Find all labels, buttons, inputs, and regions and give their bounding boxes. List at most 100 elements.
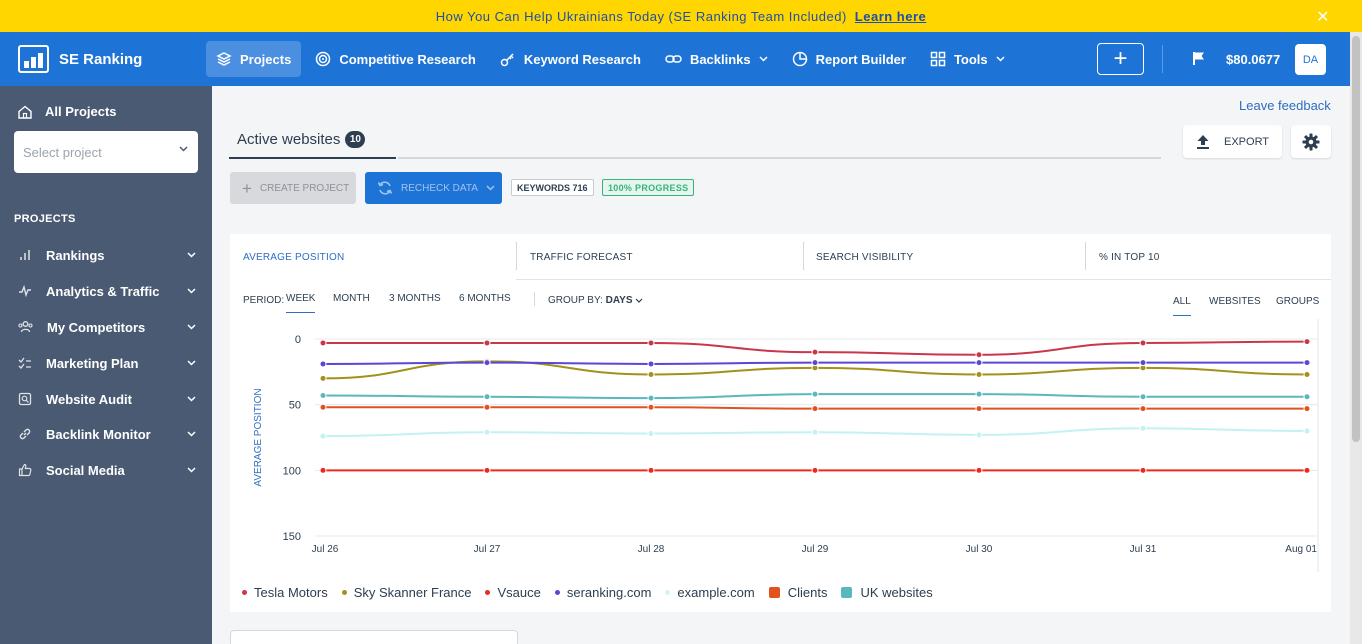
period-month[interactable]: MONTH — [333, 293, 370, 304]
chevron-down-icon — [635, 298, 642, 303]
tab-search-visibility[interactable]: SEARCH VISIBILITY — [816, 234, 913, 280]
recheck-data-button[interactable]: RECHECK DATA — [365, 172, 502, 204]
sidebar-item-rankings[interactable]: Rankings — [18, 245, 202, 265]
group-by-select[interactable]: GROUP BY: DAYS — [548, 295, 643, 306]
nav-report-builder-label: Report Builder — [815, 51, 906, 67]
sidebar-item-label: Website Audit — [46, 391, 132, 407]
y-tick-label: 0 — [295, 334, 301, 346]
nav-keyword-research[interactable]: Keyword Research — [490, 41, 651, 77]
tab-underline — [229, 157, 396, 159]
scrollbar-thumb[interactable] — [1352, 36, 1360, 442]
legend-item[interactable]: Vsauce — [485, 585, 541, 600]
period-label: PERIOD: — [243, 295, 285, 306]
data-point — [319, 360, 327, 368]
period-week[interactable]: WEEK — [286, 293, 316, 313]
sidebar-item-my-competitors[interactable]: My Competitors — [18, 317, 202, 337]
tab-average-position[interactable]: AVERAGE POSITION — [243, 234, 344, 280]
data-point — [647, 370, 655, 378]
x-tick-label: Jul 27 — [474, 544, 501, 555]
tab-separator — [803, 242, 804, 270]
tab-separator — [516, 242, 517, 270]
x-tick-label: Jul 29 — [802, 544, 829, 555]
data-point — [647, 466, 655, 474]
projects-heading: PROJECTS — [14, 213, 76, 225]
view-all[interactable]: ALL — [1173, 296, 1191, 316]
legend-label: Clients — [787, 585, 828, 600]
bar-chart-icon — [20, 250, 30, 260]
data-point — [1303, 393, 1311, 401]
nav-backlinks[interactable]: Backlinks — [655, 41, 778, 77]
data-point — [1139, 466, 1147, 474]
sidebar-item-label: Rankings — [46, 247, 105, 263]
data-point — [319, 391, 327, 399]
sidebar-item-marketing-plan[interactable]: Marketing Plan — [18, 353, 202, 373]
export-button[interactable]: EXPORT — [1183, 125, 1282, 158]
settings-button[interactable] — [1291, 125, 1331, 158]
pulse-icon — [19, 284, 31, 298]
sidebar: All Projects Select project PROJECTS Ran… — [0, 86, 212, 644]
legend-item[interactable]: Clients — [768, 585, 828, 600]
search-input[interactable] — [230, 630, 518, 644]
sidebar-item-label: Backlink Monitor — [46, 426, 151, 442]
recheck-data-label: RECHECK DATA — [401, 182, 478, 194]
leave-feedback-link[interactable]: Leave feedback — [1239, 98, 1331, 113]
project-select[interactable]: Select project — [14, 131, 198, 173]
legend-item[interactable]: UK websites — [841, 585, 933, 600]
all-projects-label: All Projects — [45, 104, 117, 119]
sidebar-item-label: Analytics & Traffic — [46, 283, 160, 299]
x-tick-label: Jul 26 — [312, 544, 339, 555]
legend-swatch — [841, 587, 853, 598]
sidebar-item-website-audit[interactable]: Website Audit — [18, 389, 202, 409]
data-point — [1303, 427, 1311, 435]
logo-icon — [18, 45, 49, 73]
data-point — [975, 431, 983, 439]
sidebar-item-social-media[interactable]: Social Media — [18, 460, 202, 480]
avatar[interactable]: DA — [1295, 44, 1326, 75]
view-groups[interactable]: GROUPS — [1276, 296, 1319, 307]
nav-report-builder[interactable]: Report Builder — [782, 41, 916, 77]
data-point — [1139, 424, 1147, 432]
sidebar-item-backlink-monitor[interactable]: Backlink Monitor — [18, 424, 202, 444]
logo[interactable]: SE Ranking — [0, 45, 200, 73]
all-projects-link[interactable]: All Projects — [18, 104, 117, 119]
add-button[interactable]: + — [1097, 43, 1144, 75]
legend-item[interactable]: Sky Skanner France — [341, 585, 471, 600]
filter-separator — [534, 292, 535, 306]
data-point — [811, 390, 819, 398]
period-3-months[interactable]: 3 MONTHS — [389, 293, 441, 304]
view-websites[interactable]: WEBSITES — [1209, 296, 1261, 307]
chevron-down-icon — [187, 288, 196, 294]
keywords-badge: KEYWORDS 716 — [511, 179, 594, 196]
legend-item[interactable]: seranking.com — [554, 585, 651, 600]
chevron-down-icon — [486, 185, 495, 191]
tab-active-websites[interactable]: Active websites 10 — [237, 131, 366, 148]
legend-swatch — [341, 590, 347, 595]
announcement-banner: How You Can Help Ukrainians Today (SE Ra… — [0, 0, 1362, 32]
account-balance[interactable]: $80.0677 — [1226, 52, 1280, 67]
nav-tools[interactable]: Tools — [920, 41, 1015, 77]
legend-swatch — [485, 590, 491, 595]
banner-learn-link[interactable]: Learn here — [855, 9, 926, 24]
data-point — [483, 403, 491, 411]
nav-projects[interactable]: Projects — [206, 41, 302, 77]
legend-swatch — [554, 590, 560, 595]
period-6-months[interactable]: 6 MONTHS — [459, 293, 511, 304]
tab-in-top-10[interactable]: % IN TOP 10 — [1099, 234, 1160, 280]
sidebar-item-analytics-traffic[interactable]: Analytics & Traffic — [18, 281, 202, 301]
x-tick-label: Jul 28 — [638, 544, 665, 555]
legend-item[interactable]: Tesla Motors — [242, 585, 328, 600]
flag-icon[interactable] — [1192, 51, 1206, 66]
y-axis-label: AVERAGE POSITION — [253, 388, 264, 486]
legend-item[interactable]: example.com — [665, 585, 755, 600]
nav-competitive-research[interactable]: Competitive Research — [305, 41, 486, 77]
chart-panel: AVERAGE POSITION TRAFFIC FORECAST SEARCH… — [230, 234, 1331, 612]
users-icon — [18, 321, 33, 333]
create-project-button[interactable]: + CREATE PROJECT — [230, 172, 356, 204]
close-icon[interactable]: ✕ — [1316, 7, 1330, 27]
data-point — [483, 359, 491, 367]
y-tick-label: 150 — [283, 531, 301, 543]
data-point — [975, 405, 983, 413]
tab-traffic-forecast[interactable]: TRAFFIC FORECAST — [530, 234, 633, 280]
gear-icon — [1302, 133, 1320, 150]
data-point — [319, 466, 327, 474]
